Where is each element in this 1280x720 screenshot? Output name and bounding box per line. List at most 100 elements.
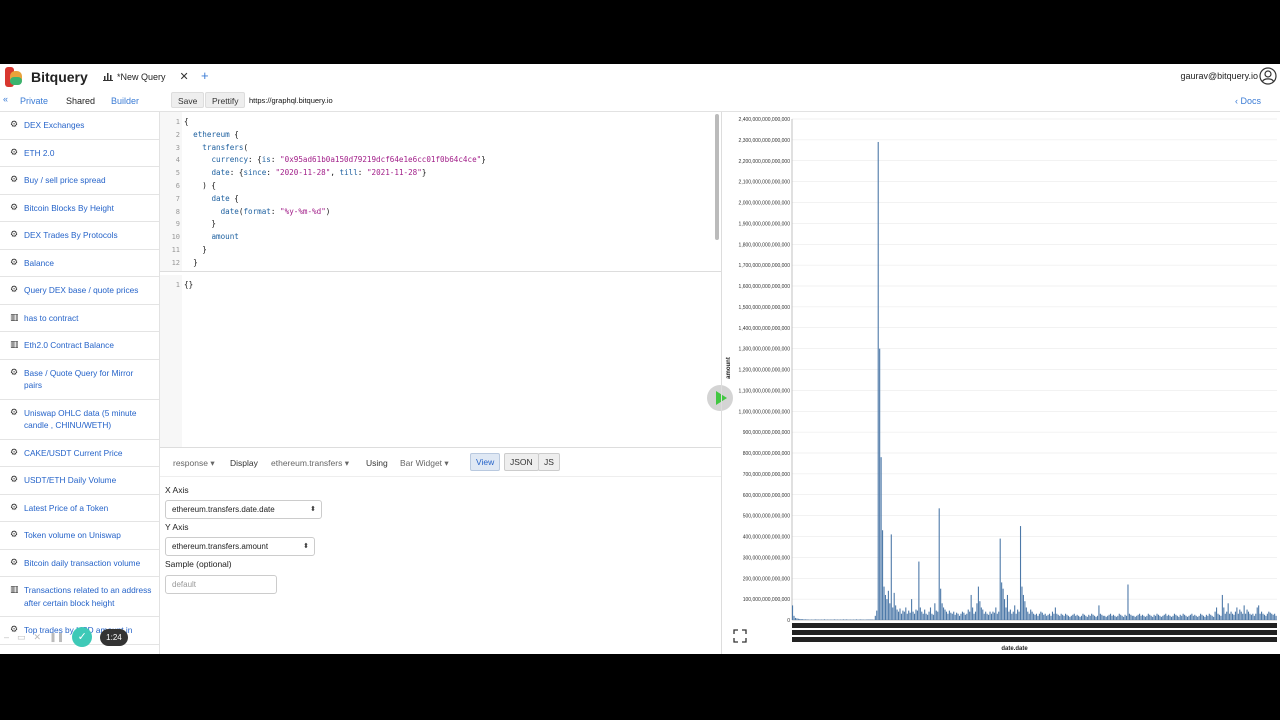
sidebar-item[interactable]: ⚙ ETH 2.0 (0, 140, 159, 167)
bar (1240, 611, 1242, 620)
sidebar-item[interactable]: ⚙ Base / Quote Query for Mirror pairs (0, 360, 159, 400)
x-axis-label: X Axis (165, 485, 189, 495)
sidebar-item[interactable]: ⚙ Balance (0, 250, 159, 277)
y-tick-label: 0 (787, 618, 790, 624)
y-axis-select[interactable]: ethereum.transfers.amount ⬍ (165, 537, 315, 556)
sidebar-item[interactable]: ⚙ CAKE/USDT Current Price (0, 440, 159, 467)
tab-builder[interactable]: Builder (111, 96, 139, 106)
close-tab-icon[interactable]: ✕ (180, 70, 189, 83)
x-axis-select[interactable]: ethereum.transfers.date.date ⬍ (165, 500, 322, 519)
bar (921, 611, 923, 620)
y-tick-label: 800,000,000,000,000 (743, 451, 790, 457)
bar (1086, 616, 1088, 620)
tab-shared[interactable]: Shared (66, 96, 95, 106)
close-icon[interactable]: ✕ (34, 632, 42, 643)
bar (1182, 613, 1184, 620)
prettify-button[interactable]: Prettify (205, 92, 246, 108)
endpoint-url[interactable]: https://graphql.bitquery.io (249, 96, 333, 105)
bar (1141, 614, 1144, 620)
bitquery-logo[interactable]: Bitquery (5, 67, 88, 87)
bar (874, 615, 876, 620)
bar (916, 610, 918, 620)
y-tick-label: 100,000,000,000,000 (743, 597, 790, 603)
bar (815, 619, 817, 620)
sidebar-item[interactable]: ⚙ DEX Exchanges (0, 112, 159, 140)
sidebar-item[interactable]: ▥ has to contract (0, 305, 159, 332)
sidebar-item[interactable]: ▥ Eth2.0 Contract Balance (0, 332, 159, 360)
bar (1224, 613, 1226, 620)
bar (1234, 611, 1236, 620)
sidebar-item[interactable]: ▥ Transactions related to an address afte… (0, 577, 159, 617)
pause-icon[interactable]: ❚❚ (49, 632, 64, 643)
response-dropdown[interactable]: response ▾ (173, 458, 215, 469)
bar (1031, 611, 1033, 620)
bar (1200, 613, 1202, 620)
bar (928, 611, 930, 620)
sidebar-item-label: ETH 2.0 (24, 147, 55, 158)
bar (1005, 607, 1007, 620)
path-dropdown[interactable]: ethereum.transfers ▾ (271, 458, 349, 469)
bar (898, 611, 900, 620)
sidebar-item[interactable]: ⚙ Uniswap OHLC data (5 minute candle , CH… (0, 400, 159, 440)
y-axis-title: amount (726, 357, 732, 379)
y-tick-label: 1,900,000,000,000,000 (739, 221, 791, 227)
camera-icon[interactable]: ▭ (17, 632, 26, 643)
fullscreen-icon[interactable] (733, 629, 747, 643)
query-tab[interactable]: *New Query ✕ (103, 70, 189, 83)
bar-chart-icon (103, 73, 113, 81)
editor-gutter: 1 2 3 4 5 6 7 8 9 10 11 12 (160, 112, 182, 271)
bar (1067, 615, 1069, 620)
docs-link[interactable]: ‹ Docs (1235, 96, 1261, 106)
bar (1051, 611, 1054, 620)
bar (1088, 614, 1090, 620)
sidebar-item[interactable]: ⚙ Query DEX base / quote prices (0, 277, 159, 305)
sidebar-item[interactable]: ⚙ Bitcoin daily transaction volume (0, 550, 159, 577)
gear-icon: ⚙ (10, 229, 19, 239)
code-line: currency: {is: "0x95ad61b0a150d79219dcf6… (211, 155, 486, 165)
add-tab-icon[interactable]: + (201, 68, 209, 83)
sidebar-item[interactable]: ⚙ Latest Price of a Token (0, 495, 159, 522)
sidebar-item[interactable]: ⚙ Token volume on Uniswap (0, 522, 159, 550)
bar (951, 613, 953, 620)
widget-type-dropdown[interactable]: Bar Widget ▾ (400, 458, 449, 469)
bar (908, 610, 910, 620)
sidebar-item[interactable]: ⚙ Buy / sell price spread (0, 167, 159, 195)
save-button[interactable]: Save (171, 92, 205, 108)
bar (979, 601, 981, 620)
tab-private[interactable]: Private (20, 96, 48, 106)
bar (1121, 615, 1123, 620)
json-button[interactable]: JSON (504, 453, 539, 471)
collapse-sidebar-icon[interactable]: « (3, 94, 8, 104)
sample-input[interactable]: default (165, 575, 277, 594)
sidebar-item[interactable]: ⚙ DEX Trades By Protocols (0, 222, 159, 250)
y-tick-label: 200,000,000,000,000 (743, 576, 790, 582)
bar (1162, 615, 1164, 620)
stop-recording-button[interactable]: ✓ (72, 627, 93, 647)
editor-scrollbar[interactable] (715, 114, 719, 240)
query-editor[interactable]: 1 2 3 4 5 6 7 8 9 10 11 12 { ethereum { … (160, 112, 721, 272)
bar (1249, 613, 1251, 620)
bar (1245, 613, 1247, 620)
bar (1028, 613, 1030, 620)
bar (1101, 614, 1103, 620)
user-avatar-icon[interactable] (1259, 67, 1277, 85)
sidebar-item[interactable]: ⚙ Bitcoin Blocks By Height (0, 195, 159, 222)
view-button[interactable]: View (470, 453, 501, 471)
bar (980, 607, 982, 620)
gear-icon: ⚙ (10, 446, 19, 457)
js-button[interactable]: JS (538, 453, 560, 471)
query-code[interactable]: { ethereum { transfers( currency: {is: "… (184, 116, 486, 270)
bar (1128, 613, 1130, 620)
bar (1221, 594, 1223, 620)
bar (1149, 614, 1151, 620)
gear-icon: ⚙ (10, 501, 19, 512)
bar (1079, 616, 1081, 620)
gear-icon: ⚙ (10, 256, 19, 267)
sidebar-item[interactable]: ⚙ USDT/ETH Daily Volume (0, 467, 159, 495)
minimize-icon[interactable]: – (4, 632, 9, 642)
bar (1040, 611, 1042, 620)
display-label: Display (230, 458, 258, 468)
bar (823, 619, 826, 620)
bar (1070, 615, 1072, 620)
widget-type-label: Bar Widget (400, 458, 443, 468)
